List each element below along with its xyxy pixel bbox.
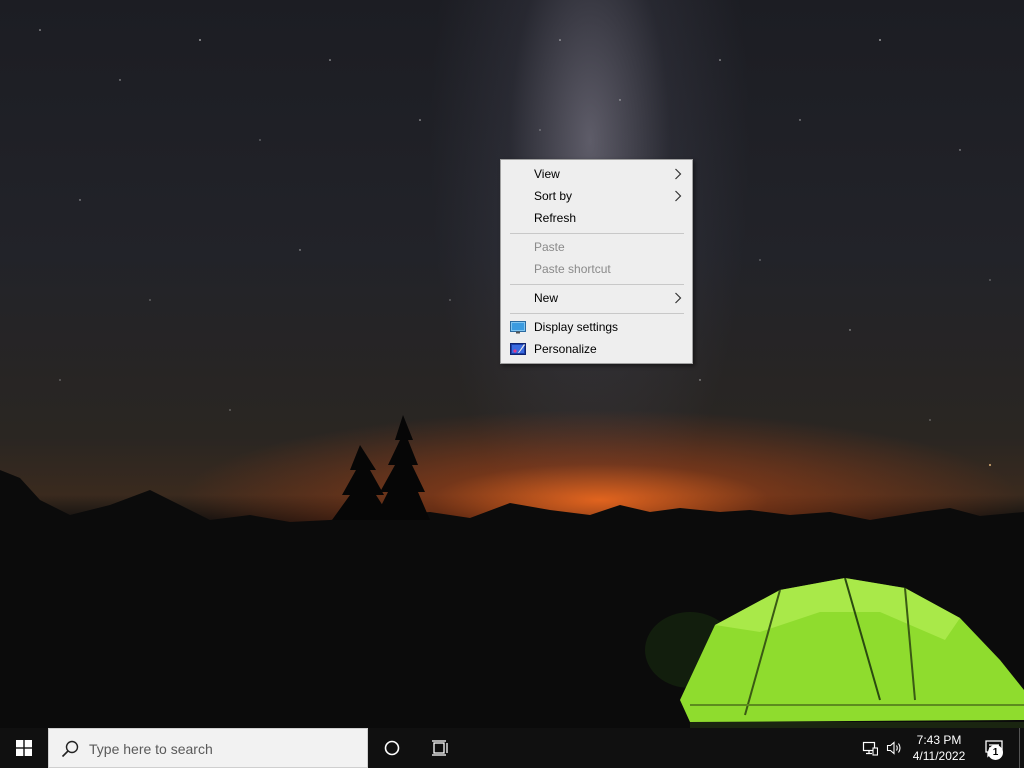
menu-item-sort-by[interactable]: Sort by — [501, 185, 692, 207]
task-view-icon — [432, 740, 448, 756]
show-desktop-button[interactable] — [1019, 728, 1024, 768]
menu-item-personalize[interactable]: Personalize — [501, 338, 692, 360]
menu-item-sort-by-label: Sort by — [534, 189, 573, 203]
menu-item-view[interactable]: View — [501, 163, 692, 185]
desktop-wallpaper[interactable]: View Sort by Refresh Paste Paste shortcu… — [0, 0, 1024, 728]
menu-separator — [510, 284, 684, 285]
menu-item-paste-shortcut-label: Paste shortcut — [534, 262, 611, 276]
chevron-right-icon — [675, 168, 682, 180]
menu-item-paste-label: Paste — [534, 240, 565, 254]
menu-item-refresh-label: Refresh — [534, 211, 577, 225]
taskbar: Type here to search 7:43 PM 4/11/2022 — [0, 728, 1024, 768]
task-view-button[interactable] — [416, 728, 464, 768]
taskbar-search-box[interactable]: Type here to search — [48, 728, 368, 768]
menu-item-paste-shortcut[interactable]: Paste shortcut — [501, 258, 692, 280]
menu-item-view-label: View — [534, 167, 560, 181]
menu-separator — [510, 233, 684, 234]
search-placeholder: Type here to search — [89, 741, 213, 757]
menu-item-refresh[interactable]: Refresh — [501, 207, 692, 229]
cortana-circle-icon — [384, 740, 400, 756]
clock-time: 7:43 PM — [916, 733, 962, 747]
start-button[interactable] — [0, 728, 48, 768]
taskbar-clock[interactable]: 7:43 PM 4/11/2022 — [908, 730, 970, 766]
network-icon — [862, 741, 878, 756]
cortana-button[interactable] — [368, 728, 416, 768]
search-icon — [61, 740, 79, 758]
menu-item-display-settings[interactable]: Display settings — [501, 316, 692, 338]
menu-item-new[interactable]: New — [501, 287, 692, 309]
menu-item-display-settings-label: Display settings — [534, 320, 619, 334]
menu-separator — [510, 313, 684, 314]
menu-item-new-label: New — [534, 291, 559, 305]
tray-volume-button[interactable] — [882, 728, 906, 768]
menu-item-paste[interactable]: Paste — [501, 236, 692, 258]
volume-icon — [886, 741, 901, 755]
personalize-icon — [510, 343, 526, 355]
tray-network-button[interactable] — [858, 728, 882, 768]
desktop-context-menu: View Sort by Refresh Paste Paste shortcu… — [500, 159, 693, 364]
windows-logo-icon — [16, 740, 32, 756]
menu-item-personalize-label: Personalize — [534, 342, 597, 356]
chevron-right-icon — [675, 292, 682, 304]
chevron-right-icon — [675, 190, 682, 202]
clock-date: 4/11/2022 — [912, 749, 966, 763]
wallpaper-scenery — [0, 29, 1024, 728]
display-settings-icon — [510, 321, 526, 334]
notification-count-badge: 1 — [988, 745, 1003, 760]
